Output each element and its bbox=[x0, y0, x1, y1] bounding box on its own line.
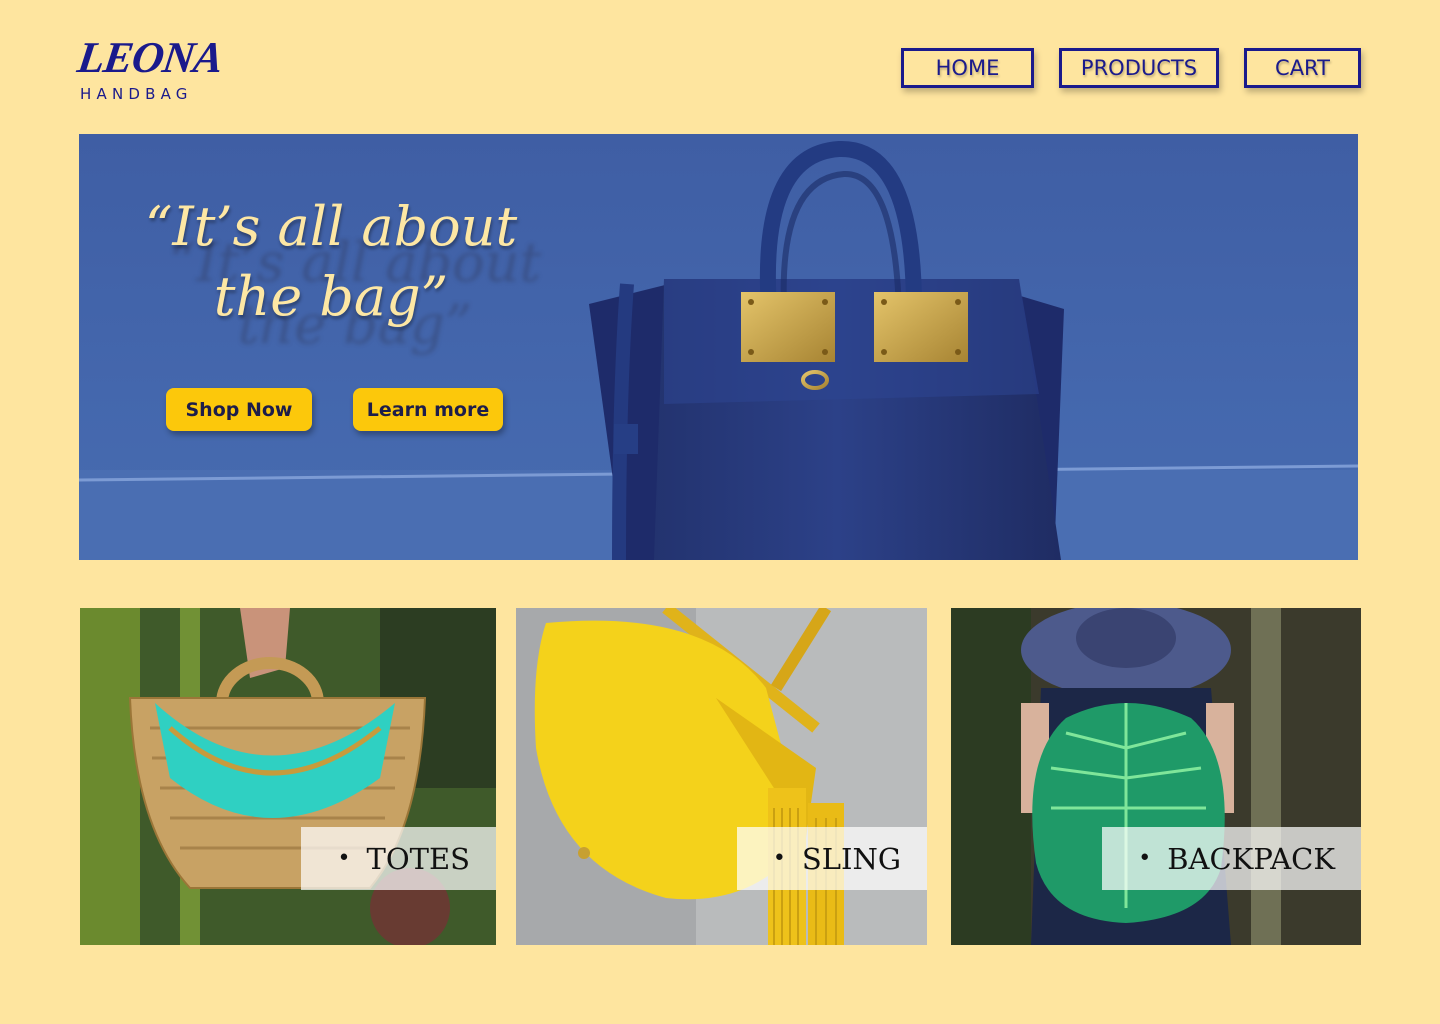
brand-tagline: HANDBAG bbox=[80, 85, 193, 103]
category-card-sling[interactable]: • SLING bbox=[516, 608, 927, 945]
sling-label: • SLING bbox=[737, 827, 927, 890]
brand-logo[interactable]: LEONA HANDBAG bbox=[75, 33, 226, 108]
category-card-backpack[interactable]: • BACKPACK bbox=[951, 608, 1361, 945]
backpack-label-text: BACKPACK bbox=[1167, 841, 1335, 876]
totes-label-text: TOTES bbox=[366, 841, 471, 876]
backpack-image bbox=[951, 608, 1361, 945]
nav-home-button[interactable]: HOME bbox=[901, 48, 1034, 88]
nav-cart-button[interactable]: CART bbox=[1244, 48, 1361, 88]
hero-quote: “It’s all about the bag” bbox=[141, 192, 521, 332]
hero-banner: “It’s all about the bag” “It’s all about… bbox=[79, 134, 1358, 560]
hero-quote-line1: “It’s all about bbox=[144, 195, 518, 258]
brand-name: LEONA bbox=[74, 33, 226, 82]
totes-image bbox=[80, 608, 496, 945]
sling-bullet: • bbox=[772, 846, 786, 871]
nav-products-button[interactable]: PRODUCTS bbox=[1059, 48, 1219, 88]
category-card-totes[interactable]: • TOTES bbox=[80, 608, 496, 945]
hero-quote-line2: the bag” bbox=[213, 265, 449, 328]
backpack-label: • BACKPACK bbox=[1102, 827, 1361, 890]
learn-more-button[interactable]: Learn more bbox=[353, 388, 503, 431]
sling-label-text: SLING bbox=[801, 841, 901, 876]
shop-now-button[interactable]: Shop Now bbox=[166, 388, 312, 431]
sling-image bbox=[516, 608, 927, 945]
totes-label: • TOTES bbox=[301, 827, 496, 890]
backpack-bullet: • bbox=[1138, 846, 1152, 871]
totes-bullet: • bbox=[337, 846, 351, 871]
